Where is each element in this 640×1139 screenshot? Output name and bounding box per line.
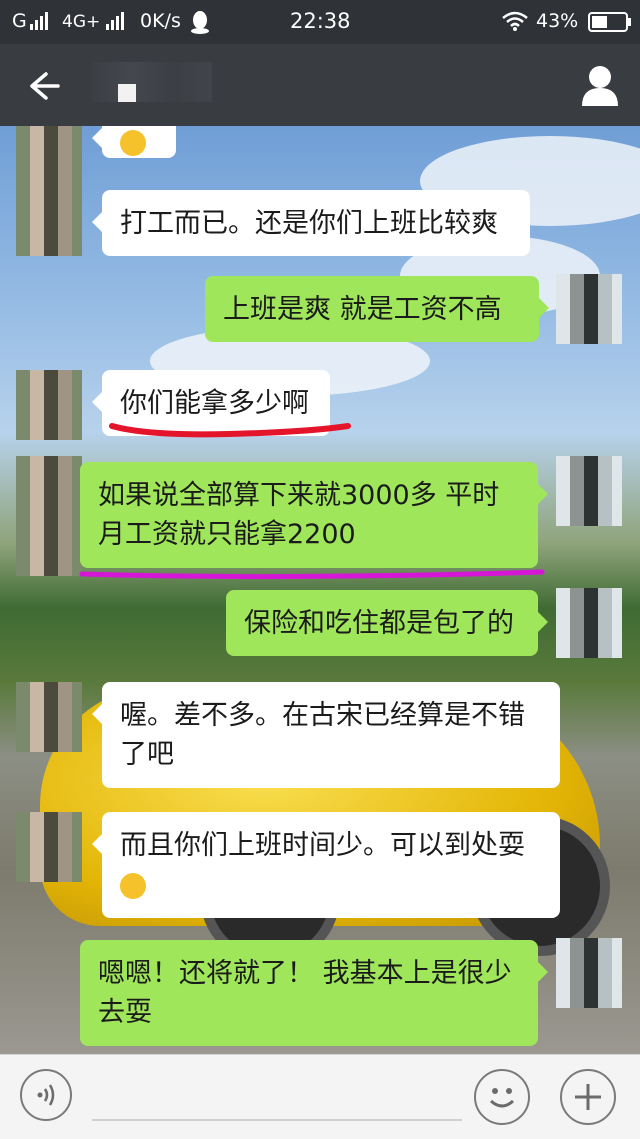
message-bubble: 上班是爽 就是工资不高 [205, 276, 549, 342]
contact-name-pixelated [92, 62, 212, 102]
back-arrow-icon[interactable] [24, 66, 64, 106]
input-bar [0, 1054, 640, 1139]
network-speed: 0K/s [140, 10, 181, 32]
emoji-icon-partial [120, 130, 146, 156]
battery-percent: 43% [536, 10, 579, 32]
avatar[interactable] [16, 370, 82, 440]
avatar [16, 126, 82, 190]
red-underline-annotation [109, 423, 351, 438]
message-bubble-partial [92, 126, 176, 158]
voice-icon[interactable] [20, 1069, 72, 1121]
status-bar: G 4G+ 0K/s 22:38 43% [0, 0, 640, 44]
signal-icon [30, 12, 48, 30]
avatar[interactable] [556, 938, 622, 1008]
contact-name-blur [118, 84, 136, 102]
avatar[interactable] [16, 812, 82, 882]
avatar[interactable] [556, 588, 622, 658]
magenta-underline-annotation [79, 569, 545, 580]
signal-icon-2 [106, 12, 124, 30]
message-bubble: 而且你们上班时间少。可以到处耍 [92, 812, 560, 918]
network-label: 4G+ [62, 12, 101, 32]
notification-penguin-icon [191, 11, 209, 34]
message-bubble: 嗯嗯！还将就了！ 我基本上是很少去耍 [80, 940, 548, 1046]
avatar[interactable] [16, 186, 82, 256]
sly-smile-emoji-icon [120, 872, 146, 899]
carrier-label: G [12, 10, 27, 32]
avatar[interactable] [556, 456, 622, 526]
avatar[interactable] [16, 682, 82, 752]
chat-area[interactable]: 打工而已。还是你们上班比较爽 上班是爽 就是工资不高 你们能拿多少啊 如果说全部… [0, 126, 640, 1054]
avatar [16, 456, 82, 576]
plus-icon[interactable] [560, 1069, 616, 1125]
wifi-icon [502, 11, 528, 31]
message-input[interactable] [92, 1119, 462, 1121]
profile-icon[interactable] [580, 64, 620, 108]
clock: 22:38 [290, 9, 351, 33]
message-bubble: 保险和吃住都是包了的 [226, 590, 548, 656]
avatar[interactable] [556, 274, 622, 344]
message-bubble: 打工而已。还是你们上班比较爽 [92, 190, 530, 256]
emoji-icon[interactable] [474, 1069, 530, 1125]
message-bubble: 喔。差不多。在古宋已经算是不错了吧 [92, 682, 560, 788]
message-bubble: 如果说全部算下来就3000多 平时月工资就只能拿2200 [80, 462, 548, 568]
battery-icon [588, 12, 631, 32]
